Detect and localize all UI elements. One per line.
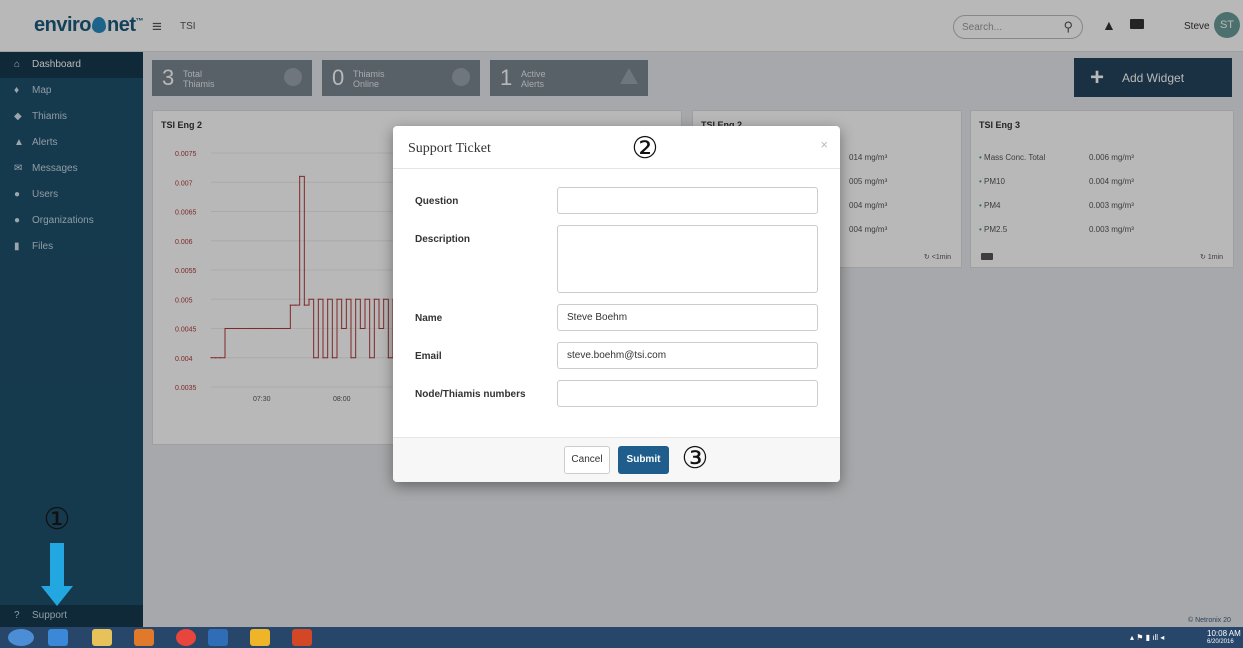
cancel-button[interactable]: Cancel (564, 446, 610, 474)
close-icon[interactable]: × (820, 137, 828, 152)
system-tray-icons[interactable]: ▴ ⚑ ▮ ıll ◂ (1130, 633, 1164, 642)
down-arrow-head-icon (41, 586, 73, 606)
clock-time: 10:08 AM (1207, 629, 1241, 638)
powerpoint-icon[interactable] (292, 629, 312, 646)
modal-footer: Cancel Submit (393, 437, 840, 482)
email-label: Email (415, 351, 442, 362)
sticky-notes-icon[interactable] (250, 629, 270, 646)
media-player-icon[interactable] (134, 629, 154, 646)
start-button-icon[interactable] (8, 629, 34, 646)
submit-button[interactable]: Submit (618, 446, 669, 474)
outlook-icon[interactable] (208, 629, 228, 646)
description-field[interactable] (557, 225, 818, 293)
question-label: Question (415, 196, 459, 207)
node-thiamis-numbers-label: Node/Thiamis numbers (415, 389, 526, 400)
taskbar-clock[interactable]: 10:08 AM 6/20/2016 (1207, 630, 1241, 646)
clock-date: 6/20/2016 (1207, 639, 1234, 645)
name-label: Name (415, 313, 443, 324)
windows-taskbar: ▴ ⚑ ▮ ıll ◂ 10:08 AM 6/20/2016 (0, 627, 1243, 648)
modal-header: Support Ticket × (393, 126, 840, 169)
question-field[interactable] (557, 187, 818, 214)
step-3-annotation: ③ (681, 442, 709, 475)
modal-title: Support Ticket (408, 141, 491, 156)
file-explorer-icon[interactable] (92, 629, 112, 646)
internet-explorer-icon[interactable] (48, 629, 68, 646)
email-field[interactable]: steve.boehm@tsi.com (557, 342, 818, 369)
node-thiamis-numbers-field[interactable] (557, 380, 818, 407)
chrome-icon[interactable] (176, 629, 196, 646)
description-label: Description (415, 234, 471, 245)
support-ticket-modal: Support Ticket × Question Description Na… (393, 126, 840, 482)
down-arrow-icon (50, 543, 64, 589)
step-1-annotation: ① (43, 503, 71, 536)
name-field[interactable]: Steve Boehm (557, 304, 818, 331)
step-2-annotation: ② (631, 132, 659, 165)
